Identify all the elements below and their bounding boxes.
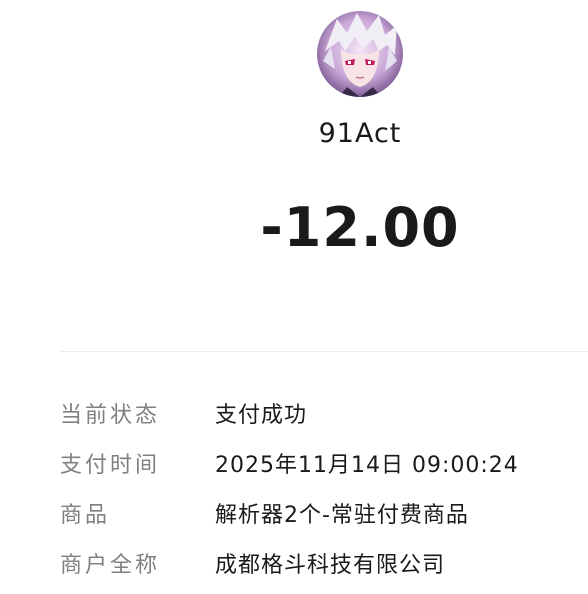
payment-detail-page: 91Act -12.00 当前状态 支付成功 支付时间 2025年11月14日 … [0,0,588,594]
detail-row-payment-time: 支付时间 2025年11月14日 09:00:24 [60,438,588,488]
detail-value: 2025年11月14日 09:00:24 [215,453,519,478]
payment-amount: -12.00 [260,196,460,259]
merchant-avatar-icon [317,11,403,97]
detail-label: 商户全称 [60,553,161,578]
detail-value: 解析器2个-常驻付费商品 [215,503,469,528]
detail-value: 支付成功 [215,403,308,428]
detail-label: 支付时间 [60,453,161,478]
merchant-name: 91Act [318,118,402,149]
divider [60,351,588,352]
detail-label: 当前状态 [60,403,161,428]
detail-row-merchant-fullname: 商户全称 成都格斗科技有限公司 [60,538,588,588]
detail-label: 商品 [60,503,111,528]
detail-row-product: 商品 解析器2个-常驻付费商品 [60,488,588,538]
detail-row-status: 当前状态 支付成功 [60,388,588,438]
detail-value: 成都格斗科技有限公司 [215,553,446,578]
payment-details-list: 当前状态 支付成功 支付时间 2025年11月14日 09:00:24 商品 解… [60,388,588,588]
